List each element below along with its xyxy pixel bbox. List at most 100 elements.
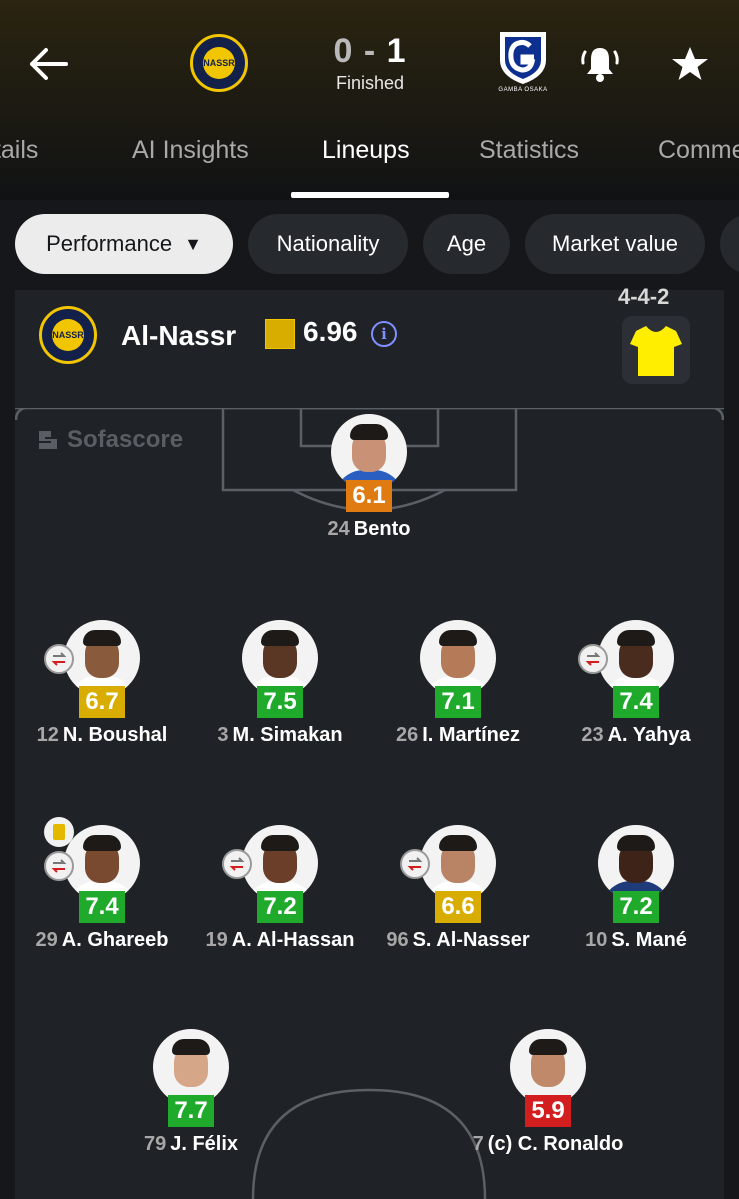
yellow-card-shape: [53, 824, 65, 840]
player-number: 24: [327, 518, 350, 540]
player-rating: 7.5: [257, 686, 303, 718]
bell-ringing-icon: [581, 48, 619, 82]
player-name: 24 Bento: [279, 518, 459, 541]
tab-statistics[interactable]: Statistics: [479, 136, 579, 165]
star-icon: [672, 47, 708, 80]
player-photo: [420, 825, 496, 901]
substitution-icon: [44, 644, 74, 674]
player-photo: [64, 620, 140, 696]
player-photo: [598, 825, 674, 901]
notifications-button[interactable]: [572, 36, 628, 92]
player-name-text: M. Simakan: [232, 724, 343, 746]
player-name-text: (c) C. Ronaldo: [487, 1133, 624, 1155]
player[interactable]: 7.7 79 J. Félix: [101, 1029, 281, 1156]
player[interactable]: 7.2 19 A. Al-Hassan: [190, 825, 370, 952]
player-photo: [420, 620, 496, 696]
score-away: 1: [386, 32, 407, 70]
player-photo: [510, 1029, 586, 1105]
player-photo-hair: [439, 630, 477, 646]
player-photo-hair: [617, 835, 655, 851]
player-name: 23 A. Yahya: [546, 724, 726, 747]
info-icon[interactable]: i: [371, 321, 397, 347]
scoreboard: 0 - 1 Finished: [310, 32, 430, 94]
player-name: 10 S. Mané: [546, 929, 726, 952]
caret-down-icon: ▼: [184, 233, 202, 254]
player-name: 7 (c) C. Ronaldo: [458, 1133, 638, 1156]
tab-comments[interactable]: Comments: [658, 136, 739, 165]
player-name: 26 I. Martínez: [368, 724, 548, 747]
player-photo-hair: [439, 835, 477, 851]
player-photo-hair: [172, 1039, 210, 1055]
yellow-card-icon: [44, 817, 74, 847]
arrow-left-icon: [30, 48, 68, 80]
lineup-card: NASSR Al-Nassr 6.96 i 4-4-2 Sofascore 6.…: [15, 284, 724, 1199]
chip-more[interactable]: [720, 214, 739, 274]
player-name-text: Bento: [353, 518, 411, 540]
player-number: 23: [581, 724, 604, 746]
team-kit: [622, 316, 690, 384]
team-rating-swatch: [265, 319, 295, 349]
player-name: 19 A. Al-Hassan: [190, 929, 370, 952]
pitch: Sofascore 6.1 24 Bento 6.7 12 N. Boushal 7.5 3 M…: [15, 408, 724, 1199]
chip-nationality[interactable]: Nationality: [248, 214, 408, 274]
player[interactable]: 6.1 24 Bento: [279, 414, 459, 541]
player[interactable]: 7.1 26 I. Martínez: [368, 620, 548, 747]
player-number: 26: [395, 724, 419, 746]
team-logo: NASSR: [39, 306, 97, 364]
back-button[interactable]: [22, 38, 74, 90]
player-number: 96: [386, 929, 409, 951]
player-name: 96 S. Al-Nasser: [368, 929, 548, 952]
substitution-icon: [44, 851, 74, 881]
chip-performance[interactable]: Performance ▼: [15, 214, 233, 274]
player-rating: 7.1: [435, 686, 481, 718]
player-number: 79: [143, 1133, 167, 1155]
match-screen: NASSR 0 - 1 Finished GAMBA OSAKA ails AI…: [0, 0, 739, 1199]
player-name-text: A. Al-Hassan: [231, 929, 355, 951]
filter-chip-row: Performance ▼ Nationality Age Market val…: [0, 200, 739, 290]
player-name-text: S. Mané: [611, 929, 687, 951]
team-header: NASSR Al-Nassr 6.96 i 4-4-2: [15, 284, 724, 408]
player-photo: [331, 414, 407, 490]
team-name: Al-Nassr: [121, 320, 237, 351]
player-number: 29: [35, 929, 58, 951]
player-photo: [598, 620, 674, 696]
player[interactable]: 6.7 12 N. Boushal: [12, 620, 192, 747]
player[interactable]: 7.4 29 A. Ghareeb: [12, 817, 192, 952]
player-rating: 7.4: [613, 686, 659, 718]
watermark: Sofascore: [37, 426, 183, 454]
tab-ai-insights[interactable]: AI Insights: [132, 136, 249, 165]
player-rating: 6.1: [346, 480, 392, 512]
tab-lineups[interactable]: Lineups: [322, 136, 410, 165]
chip-performance-label: Performance: [46, 231, 173, 256]
substitution-icon: [222, 849, 252, 879]
player-photo-hair: [83, 630, 121, 646]
shirt-icon: [630, 326, 682, 376]
player-photo: [242, 825, 318, 901]
formation: 4-4-2: [618, 284, 670, 309]
player-name-text: A. Ghareeb: [61, 929, 169, 951]
player-name: 79 J. Félix: [101, 1133, 281, 1156]
player[interactable]: 5.9 7 (c) C. Ronaldo: [458, 1029, 638, 1156]
player-photo-hair: [261, 835, 299, 851]
player-number: 3: [217, 724, 229, 746]
player[interactable]: 7.2 10 S. Mané: [546, 825, 726, 952]
tab-details[interactable]: Details: [0, 136, 38, 165]
player-name-text: S. Al-Nasser: [412, 929, 530, 951]
chip-market-value[interactable]: Market value: [525, 214, 705, 274]
player-photo: [153, 1029, 229, 1105]
team-logo-text: NASSR: [51, 318, 85, 352]
substitution-icon: [400, 849, 430, 879]
home-logo-text: NASSR: [202, 46, 236, 80]
player[interactable]: 7.4 23 A. Yahya: [546, 620, 726, 747]
favorite-button[interactable]: [662, 36, 718, 92]
player-photo-hair: [529, 1039, 567, 1055]
player-rating: 7.7: [168, 1095, 214, 1127]
player[interactable]: 7.5 3 M. Simakan: [190, 620, 370, 747]
home-team-logo[interactable]: NASSR: [190, 34, 248, 92]
chip-age[interactable]: Age: [423, 214, 510, 274]
player-number: 10: [585, 929, 608, 951]
watermark-text: Sofascore: [67, 426, 184, 453]
player-photo-hair: [83, 835, 121, 851]
player[interactable]: 6.6 96 S. Al-Nasser: [368, 825, 548, 952]
away-team-logo[interactable]: GAMBA OSAKA: [496, 30, 550, 96]
